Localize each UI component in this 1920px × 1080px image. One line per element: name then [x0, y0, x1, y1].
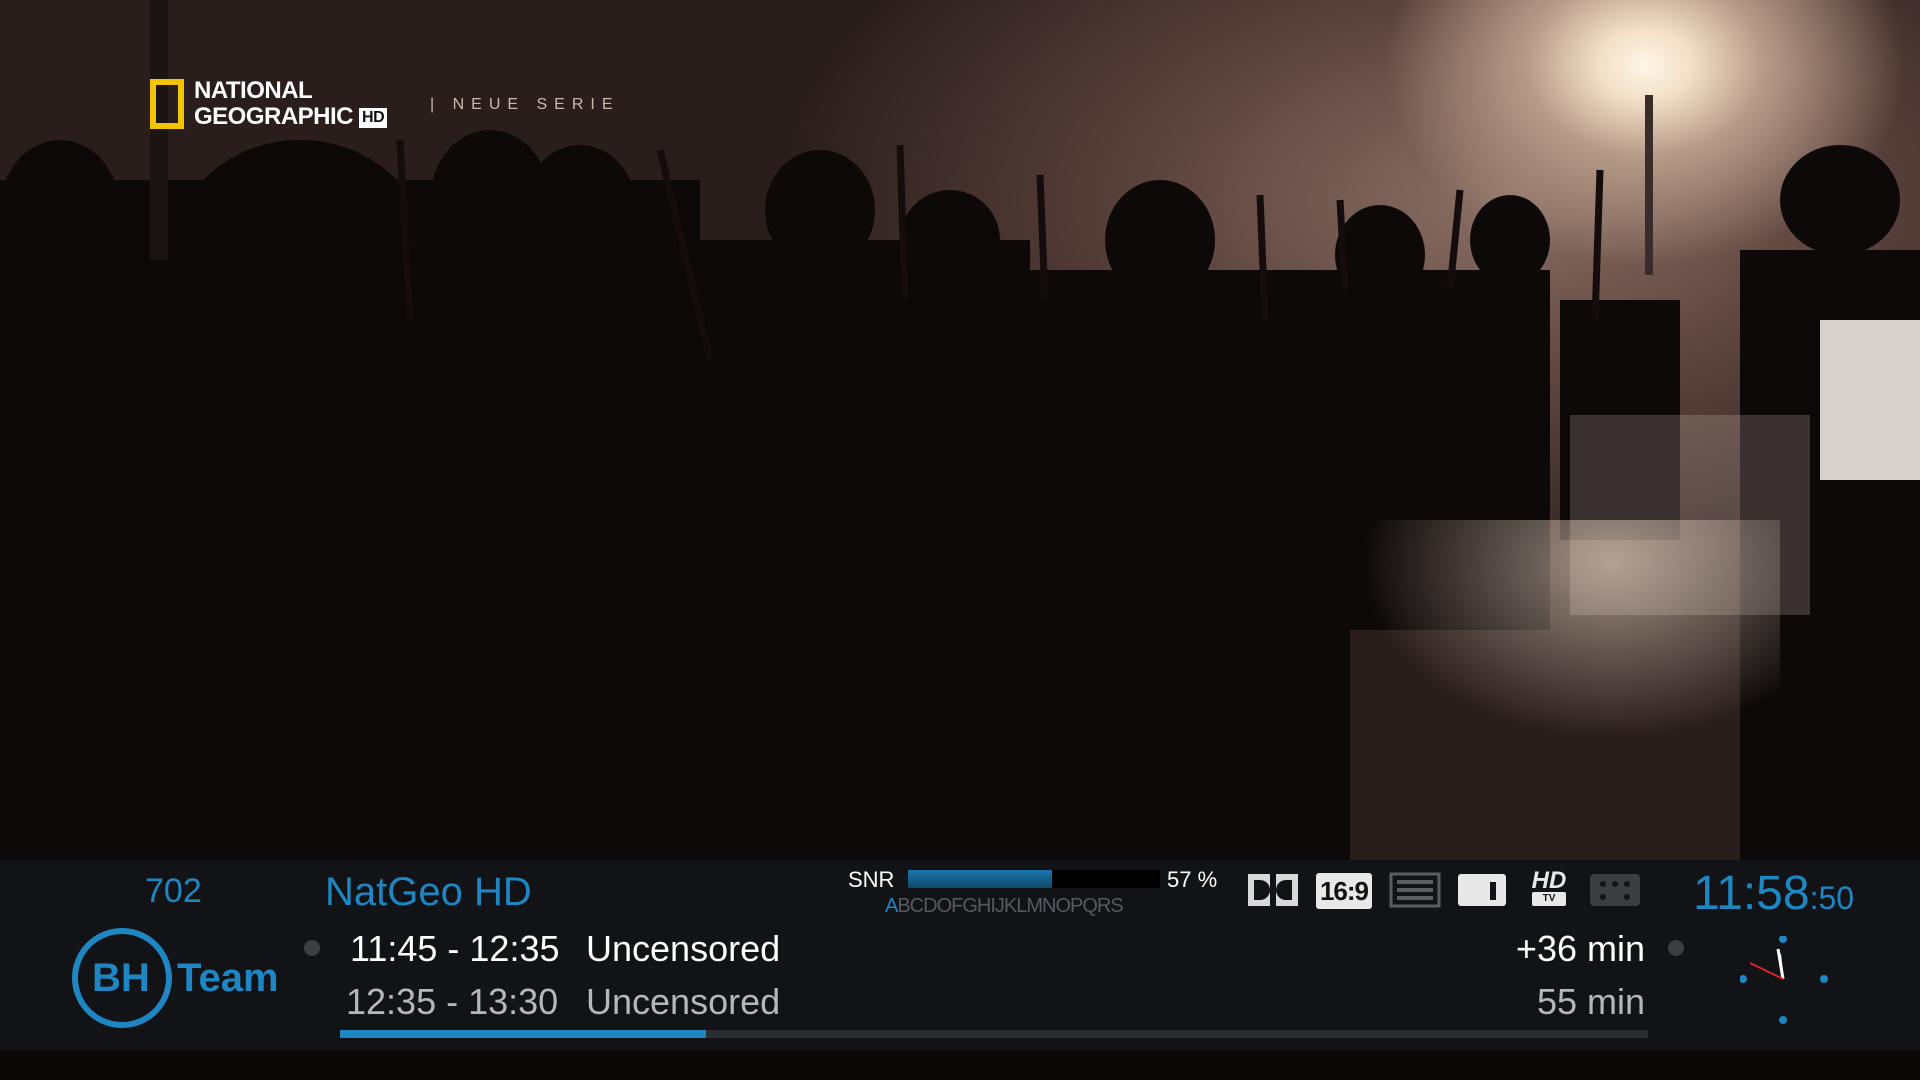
natgeo-frame-icon — [150, 79, 184, 129]
tv-label: TV — [1532, 892, 1566, 906]
snr-bar — [908, 870, 1160, 888]
next-duration: 55 min — [1536, 981, 1645, 1022]
next-time: 12:35 - 13:30 — [346, 981, 559, 1022]
video-frame: NATIONAL GEOGRAPHIC HD | NEUE SERIE — [0, 0, 1920, 860]
logo-line2: GEOGRAPHIC — [194, 103, 354, 130]
clock-seconds: :50 — [1809, 880, 1855, 916]
infobar-bottom-strip — [0, 1050, 1920, 1080]
clock-hm: 11:58 — [1693, 867, 1810, 920]
now-title: Uncensored — [586, 928, 781, 969]
next-title: Uncensored — [586, 981, 781, 1022]
now-remaining: +36 min — [1515, 928, 1645, 969]
snr-label: SNR — [848, 867, 895, 892]
channel-name: NatGeo HD — [325, 870, 532, 914]
caid-active: A — [885, 895, 898, 917]
caid-list: ABCDOFGHIJKLMNOPQRS — [885, 895, 1124, 918]
light-glow — [1360, 520, 1780, 740]
aspect-label: 16:9 — [1319, 876, 1369, 906]
hd-tv-icon: HD TV — [1526, 867, 1572, 910]
provider-logo-bh: BH — [92, 956, 150, 1000]
snr-fill — [908, 870, 1052, 888]
aspect-16-9-icon: 16:9 — [1316, 873, 1372, 909]
crypt-icon — [1590, 874, 1640, 906]
snr-value: 57 % — [1167, 867, 1218, 892]
subtitle-icon — [1458, 874, 1506, 906]
record-indicator-icon — [1668, 940, 1684, 956]
digital-clock: 11:58:50 — [1693, 866, 1854, 921]
teletext-icon — [1389, 872, 1441, 908]
dolby-icon — [1248, 874, 1298, 906]
logo-line1: NATIONAL — [194, 77, 313, 104]
channel-logo: NATIONAL GEOGRAPHIC HD — [150, 77, 388, 130]
event-progress-bar — [340, 1030, 1648, 1038]
event-progress-fill — [340, 1030, 707, 1038]
channel-number: 702 — [145, 872, 202, 910]
provider-logo-team: Team — [177, 956, 279, 1000]
analog-clock-icon — [1740, 936, 1828, 1024]
now-time: 11:45 - 12:35 — [350, 928, 560, 969]
series-label: | NEUE SERIE — [430, 96, 620, 113]
hd-label: HD — [1531, 867, 1567, 894]
caid-rest: BCDOFGHIJKLMNOPQRS — [897, 895, 1123, 917]
hd-badge: HD — [359, 107, 388, 128]
now-indicator-icon — [304, 940, 320, 956]
